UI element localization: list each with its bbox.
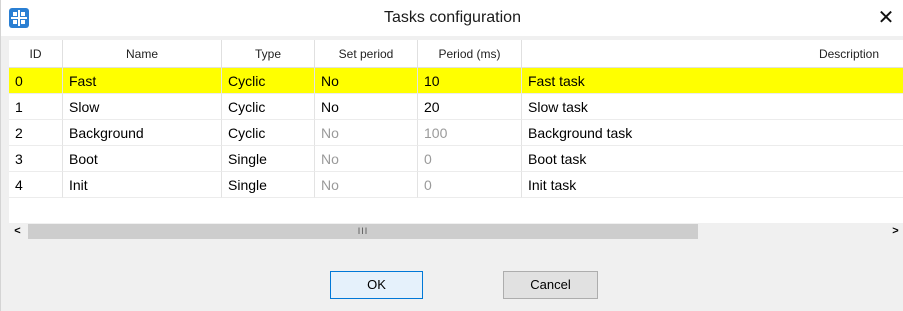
- cell-period[interactable]: 0: [418, 146, 522, 172]
- cell-id[interactable]: 1: [9, 94, 63, 120]
- cell-type[interactable]: Cyclic: [222, 94, 315, 120]
- cell-set-period[interactable]: No: [315, 68, 418, 94]
- cell-set-period[interactable]: No: [315, 172, 418, 198]
- column-header-type[interactable]: Type: [222, 40, 315, 68]
- cell-description[interactable]: Fast task: [522, 68, 903, 94]
- horizontal-scrollbar[interactable]: < III >: [9, 223, 903, 240]
- table-row[interactable]: 3 Boot Single No 0 Boot task: [9, 146, 903, 172]
- ok-button[interactable]: OK: [330, 271, 423, 299]
- cell-name[interactable]: Init: [63, 172, 222, 198]
- cell-name[interactable]: Slow: [63, 94, 222, 120]
- cell-description[interactable]: Init task: [522, 172, 903, 198]
- cell-description[interactable]: Boot task: [522, 146, 903, 172]
- cell-id[interactable]: 0: [9, 68, 63, 94]
- cell-type[interactable]: Single: [222, 172, 315, 198]
- scroll-right-icon[interactable]: >: [887, 223, 903, 240]
- column-header-id[interactable]: ID: [9, 40, 63, 68]
- cell-period[interactable]: 100: [418, 120, 522, 146]
- column-header-name[interactable]: Name: [63, 40, 222, 68]
- cell-id[interactable]: 3: [9, 146, 63, 172]
- dialog-title: Tasks configuration: [384, 9, 521, 26]
- column-header-description[interactable]: Description: [522, 40, 903, 68]
- tasks-configuration-dialog: Tasks configuration ✕ ID Name Type Set p…: [0, 0, 903, 311]
- cell-set-period[interactable]: No: [315, 146, 418, 172]
- scroll-left-icon[interactable]: <: [9, 223, 26, 240]
- table-row[interactable]: 2 Background Cyclic No 100 Background ta…: [9, 120, 903, 146]
- cell-period[interactable]: 0: [418, 172, 522, 198]
- cancel-button[interactable]: Cancel: [503, 271, 598, 299]
- cell-id[interactable]: 4: [9, 172, 63, 198]
- cell-id[interactable]: 2: [9, 120, 63, 146]
- cell-description[interactable]: Background task: [522, 120, 903, 146]
- column-header-set-period[interactable]: Set period: [315, 40, 418, 68]
- table-row[interactable]: 1 Slow Cyclic No 20 Slow task: [9, 94, 903, 120]
- cell-set-period[interactable]: No: [315, 94, 418, 120]
- close-icon[interactable]: ✕: [868, 0, 903, 36]
- table-row[interactable]: 0 Fast Cyclic No 10 Fast task: [9, 68, 903, 94]
- title-bar: Tasks configuration ✕: [1, 0, 903, 36]
- cell-period[interactable]: 10: [418, 68, 522, 94]
- cell-type[interactable]: Cyclic: [222, 120, 315, 146]
- cell-type[interactable]: Single: [222, 146, 315, 172]
- table-header: ID Name Type Set period Period (ms) Desc…: [9, 40, 903, 68]
- tasks-table: ID Name Type Set period Period (ms) Desc…: [9, 40, 903, 223]
- scroll-grip-icon: III: [357, 226, 369, 236]
- scroll-thumb[interactable]: III: [28, 224, 698, 239]
- cell-period[interactable]: 20: [418, 94, 522, 120]
- cell-name[interactable]: Background: [63, 120, 222, 146]
- cell-type[interactable]: Cyclic: [222, 68, 315, 94]
- table-row[interactable]: 4 Init Single No 0 Init task: [9, 172, 903, 198]
- cell-name[interactable]: Boot: [63, 146, 222, 172]
- cell-description[interactable]: Slow task: [522, 94, 903, 120]
- column-header-period[interactable]: Period (ms): [418, 40, 522, 68]
- cell-name[interactable]: Fast: [63, 68, 222, 94]
- cell-set-period[interactable]: No: [315, 120, 418, 146]
